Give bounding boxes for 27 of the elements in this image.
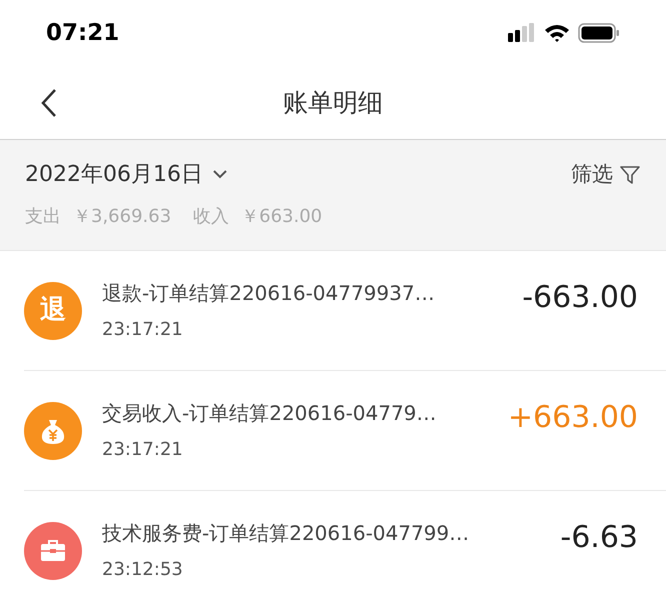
transaction-amount: -6.63 (560, 519, 638, 557)
expense-total: ￥3,669.63 (73, 205, 172, 229)
transaction-row[interactable]: 交易收入-订单结算220616-04779… 23:17:21 +663.00 (24, 371, 666, 491)
back-icon (40, 88, 58, 118)
clock-time: 07:21 (46, 18, 120, 48)
transaction-time: 23:12:53 (102, 558, 184, 582)
refund-icon: 退 (24, 282, 82, 340)
funnel-icon (619, 164, 641, 186)
transaction-title: 交易收入-订单结算220616-04779… (102, 400, 438, 427)
chevron-down-icon (212, 170, 227, 179)
income-label: 收入 (193, 205, 230, 229)
page-title: 账单明细 (283, 86, 383, 119)
transaction-time: 23:17:21 (102, 318, 184, 342)
transaction-time: 23:17:21 (102, 438, 184, 462)
transaction-title: 退款-订单结算220616-04779937… (102, 280, 436, 307)
wifi-icon (544, 23, 570, 43)
transaction-row[interactable]: 技术服务费-订单结算220616-047799… 23:12:53 -6.63 (24, 491, 666, 605)
filter-button[interactable]: 筛选 (571, 158, 641, 190)
transaction-amount: -663.00 (522, 279, 638, 317)
transaction-title: 技术服务费-订单结算220616-047799… (102, 520, 470, 547)
signal-icon (508, 23, 536, 43)
expense-label: 支出 (25, 205, 61, 229)
date-selector[interactable]: 2022年06月16日 (25, 158, 227, 191)
battery-icon (578, 23, 620, 43)
transaction-amount: +663.00 (508, 399, 638, 437)
income-total: ￥663.00 (241, 205, 322, 229)
transaction-row[interactable]: 退 退款-订单结算220616-04779937… 23:17:21 -663.00 (24, 251, 666, 371)
